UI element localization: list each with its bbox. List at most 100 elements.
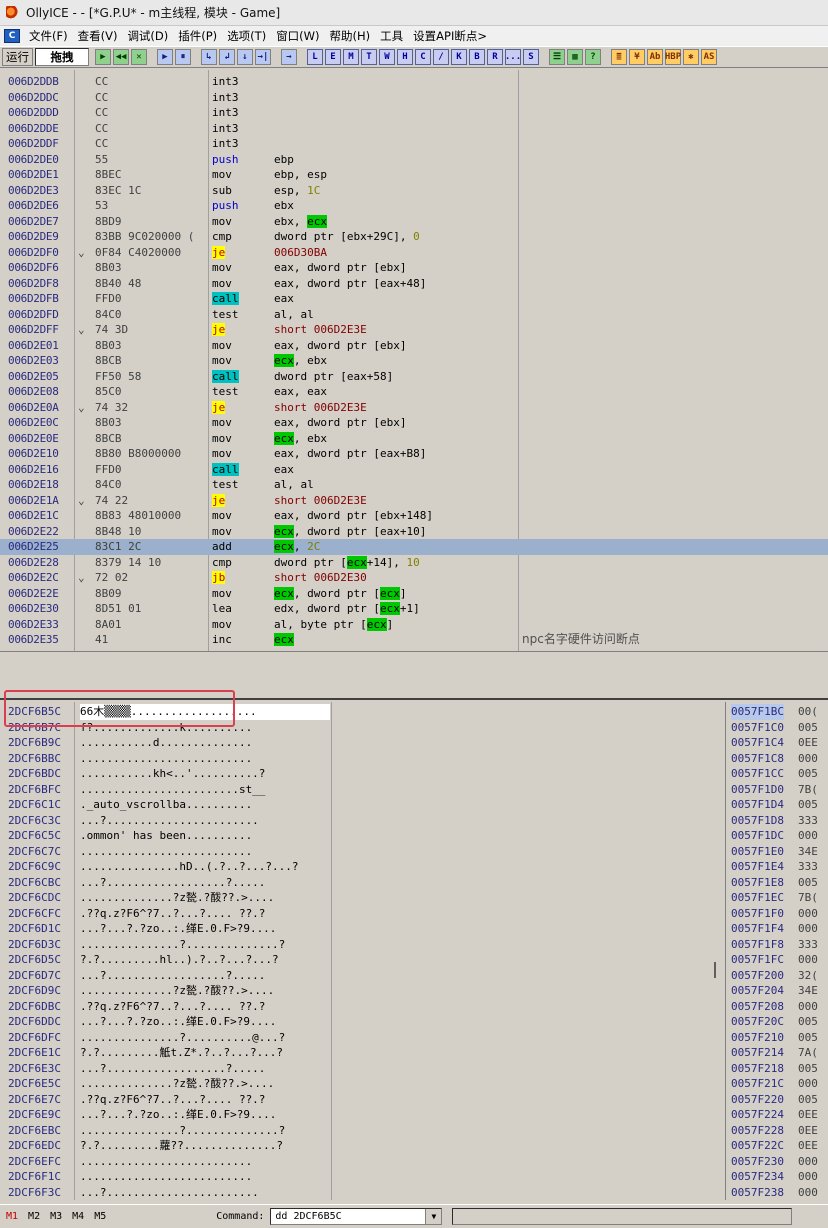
memory-tab-m2[interactable]: M2 xyxy=(28,1211,40,1222)
menu-debug[interactable]: 调试(D) xyxy=(124,28,175,44)
dump-row[interactable]: 2DCF6E7C .??q.z?F6^?7..?...?.... ??.? xyxy=(0,1092,725,1108)
stack-row[interactable]: 0057F20C 005 xyxy=(728,1014,828,1030)
open-button[interactable]: ▶ xyxy=(95,49,111,65)
stack-row[interactable]: 0057F1F8 333 xyxy=(728,937,828,953)
run-button[interactable]: ▶ xyxy=(157,49,173,65)
plugin-star-icon[interactable]: ✱ xyxy=(683,49,699,65)
step-over-button[interactable]: ↲ xyxy=(219,49,235,65)
dump-row[interactable]: 2DCF6BBC.......................... xyxy=(0,751,725,767)
disasm-row[interactable]: 006D2DF8 8B40 48 mov eax, dword ptr [eax+48… xyxy=(0,276,828,292)
disasm-row[interactable]: 006D2E2E 8B09 mov ecx, dword ptr [ecx] xyxy=(0,586,828,602)
menu-file[interactable]: 文件(F) xyxy=(26,28,75,44)
menu-options[interactable]: 选项(T) xyxy=(224,28,273,44)
hardware-breakpoint-button[interactable]: HBP xyxy=(665,49,681,65)
scrollbar-thumb[interactable] xyxy=(714,962,716,978)
stack-row[interactable]: 0057F1EC 7B( xyxy=(728,890,828,906)
stack-row[interactable]: 0057F1CC 005 xyxy=(728,766,828,782)
stack-row[interactable]: 0057F22C 0EE xyxy=(728,1138,828,1154)
dump-row[interactable]: 2DCF6B5C 66木▒▒▒▒................... xyxy=(0,704,725,720)
stack-row[interactable]: 0057F200 32( xyxy=(728,968,828,984)
menu-plugins[interactable]: 插件(P) xyxy=(175,28,224,44)
disasm-row[interactable]: 006D2E03 8BCB mov ecx, ebx xyxy=(0,353,828,369)
plugin-yen-icon[interactable]: ¥ xyxy=(629,49,645,65)
plugin-ab-icon[interactable]: Ab xyxy=(647,49,663,65)
dump-row[interactable]: 2DCF6E3C...?..................?..... xyxy=(0,1061,725,1077)
disasm-row[interactable]: 006D2E1A ⌄ 74 22 je short 006D2E3E xyxy=(0,493,828,509)
disasm-row[interactable]: 006D2E05 FF50 58 call dword ptr [eax+58] xyxy=(0,369,828,385)
dump-row[interactable]: 2DCF6C9C ...............hD..(.?..?...?...… xyxy=(0,859,725,875)
disasm-row[interactable]: 006D2DE3 83EC 1C sub esp, 1C xyxy=(0,183,828,199)
dump-row[interactable]: 2DCF6CFC .??q.z?F6^?7..?...?.... ??.? xyxy=(0,906,725,922)
dump-row[interactable]: 2DCF6BDC ...........kh<..'..........? xyxy=(0,766,725,782)
stack-row[interactable]: 0057F21C 000 xyxy=(728,1076,828,1092)
disasm-row[interactable]: 006D2DF0 ⌄ 0F84 C4020000 je 006D30BA xyxy=(0,245,828,261)
stack-row[interactable]: 0057F228 0EE xyxy=(728,1123,828,1139)
dump-row[interactable]: 2DCF6C3C...?....................... xyxy=(0,813,725,829)
call-stack-window-button[interactable]: K xyxy=(451,49,467,65)
disasm-row[interactable]: 006D2E22 8B48 10 mov ecx, dword ptr [eax+10… xyxy=(0,524,828,540)
disassembly-pane[interactable]: 006D2DDB CC int3 006D2DDC CC int3 006D2DDD CC in… xyxy=(0,70,828,652)
memory-tab-m3[interactable]: M3 xyxy=(50,1211,62,1222)
stack-row[interactable]: 0057F238 000 xyxy=(728,1185,828,1201)
disasm-row[interactable]: 006D2E1C 8B83 48010000 mov eax, dword ptr [… xyxy=(0,508,828,524)
grid-icon[interactable]: ▦ xyxy=(567,49,583,65)
handles-window-button[interactable]: H xyxy=(397,49,413,65)
stack-row[interactable]: 0057F1E8 005 xyxy=(728,875,828,891)
dump-row[interactable]: 2DCF6DBC .??q.z?F6^?7..?...?.... ??.? xyxy=(0,999,725,1015)
stack-row[interactable]: 0057F224 0EE xyxy=(728,1107,828,1123)
menu-set-api-breakpoint[interactable]: 设置API断点> xyxy=(410,28,494,44)
source-window-button[interactable]: S xyxy=(523,49,539,65)
disasm-row[interactable]: 006D2DDD CC int3 xyxy=(0,105,828,121)
threads-window-button[interactable]: T xyxy=(361,49,377,65)
stack-row[interactable]: 0057F1E0 34E xyxy=(728,844,828,860)
stack-row[interactable]: 0057F1C4 0EE xyxy=(728,735,828,751)
dump-row[interactable]: 2DCF6EBC...............?..............? xyxy=(0,1123,725,1139)
dump-row[interactable]: 2DCF6D5C ?.?.........hl..).?..?...?...? xyxy=(0,952,725,968)
stack-pane[interactable]: 0057F1BC 00(0057F1C0 005 0057F1C4 0EE 0057F1C… xyxy=(728,702,828,1200)
dump-row[interactable]: 2DCF6CDC ..............?z甃.?酦??.>.... xyxy=(0,890,725,906)
stack-row[interactable]: 0057F210 005 xyxy=(728,1030,828,1046)
memory-window-button[interactable]: M xyxy=(343,49,359,65)
dump-row[interactable]: 2DCF6D7C...?..................?..... xyxy=(0,968,725,984)
memory-tab-m1[interactable]: M1 xyxy=(6,1211,18,1222)
stack-row[interactable]: 0057F214 7A( xyxy=(728,1045,828,1061)
disasm-row[interactable]: 006D2DE1 8BEC mov ebp, esp xyxy=(0,167,828,183)
stack-row[interactable]: 0057F1FC 000 xyxy=(728,952,828,968)
dump-row[interactable]: 2DCF6B7C f?.............k.......... xyxy=(0,720,725,736)
disasm-row[interactable]: 006D2E28 8379 14 10 cmp dword ptr [ecx+14],… xyxy=(0,555,828,571)
memory-tab-m5[interactable]: M5 xyxy=(94,1211,106,1222)
memory-dump-pane[interactable]: 2DCF6B5C 66木▒▒▒▒................... 2DCF6B… xyxy=(0,702,726,1200)
menu-tools[interactable]: 工具 xyxy=(377,28,410,44)
memory-tab-m4[interactable]: M4 xyxy=(72,1211,84,1222)
dump-row[interactable]: 2DCF6BFC ........................st__ xyxy=(0,782,725,798)
list-icon[interactable]: ☰ xyxy=(549,49,565,65)
stack-row[interactable]: 0057F208 000 xyxy=(728,999,828,1015)
stack-row[interactable]: 0057F1F4 000 xyxy=(728,921,828,937)
dump-row[interactable]: 2DCF6C5C .ommon' has been.......... xyxy=(0,828,725,844)
plugin-stack-icon[interactable]: ≣ xyxy=(611,49,627,65)
disasm-row[interactable]: 006D2DDF CC int3 xyxy=(0,136,828,152)
disasm-row[interactable]: 006D2DE7 8BD9 mov ebx, ecx xyxy=(0,214,828,230)
log-window-button[interactable]: L xyxy=(307,49,323,65)
disasm-row[interactable]: 006D2DDC CC int3 xyxy=(0,90,828,106)
disasm-row[interactable]: 006D2DF6 8B03 mov eax, dword ptr [ebx] xyxy=(0,260,828,276)
stack-row[interactable]: 0057F1C0 005 xyxy=(728,720,828,736)
stack-row[interactable]: 0057F1C8 000 xyxy=(728,751,828,767)
disasm-row[interactable]: 006D2E01 8B03 mov eax, dword ptr [ebx] xyxy=(0,338,828,354)
disasm-row[interactable]: 006D2E16 FFD0 call eax xyxy=(0,462,828,478)
cpu-window-button[interactable]: C xyxy=(415,49,431,65)
dump-row[interactable]: 2DCF6EFC.......................... xyxy=(0,1154,725,1170)
disasm-row[interactable]: 006D2E0A ⌄ 74 32 je short 006D2E3E xyxy=(0,400,828,416)
disasm-row[interactable]: 006D2E0C 8B03 mov eax, dword ptr [ebx] xyxy=(0,415,828,431)
stack-row[interactable]: 0057F220 005 xyxy=(728,1092,828,1108)
dump-row[interactable]: 2DCF6B9C ...........d.............. xyxy=(0,735,725,751)
disasm-row[interactable]: 006D2DE6 53 push ebx xyxy=(0,198,828,214)
modules-window-button[interactable]: E xyxy=(325,49,341,65)
dump-row[interactable]: 2DCF6DFC ...............?..........@...? xyxy=(0,1030,725,1046)
menu-window[interactable]: 窗口(W) xyxy=(273,28,326,44)
disasm-row[interactable]: 006D2DE0 55 push ebp xyxy=(0,152,828,168)
restart-button[interactable]: ◀◀ xyxy=(113,49,129,65)
trace-into-button[interactable]: ↓ xyxy=(237,49,253,65)
stack-row[interactable]: 0057F1D0 7B( xyxy=(728,782,828,798)
help-button[interactable]: ? xyxy=(585,49,601,65)
